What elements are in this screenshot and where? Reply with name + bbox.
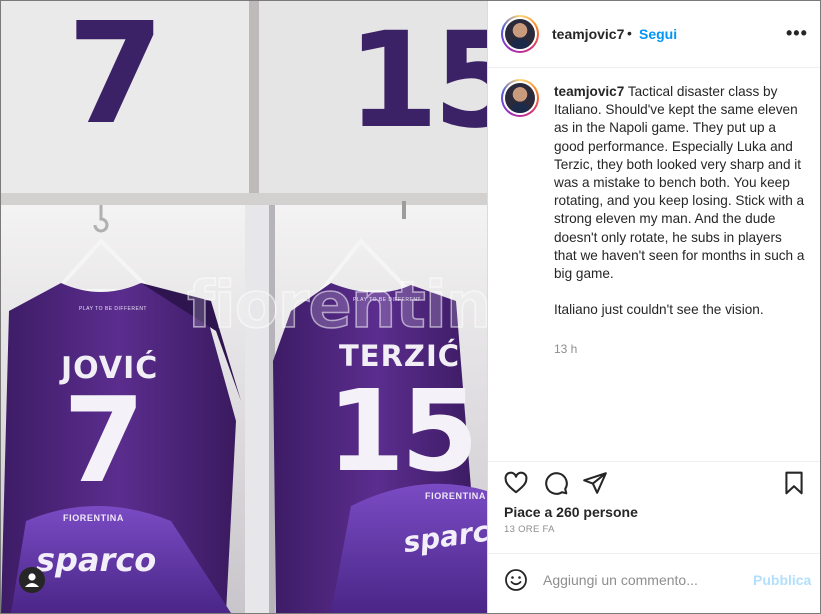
caption-text: Tactical disaster class by Italiano. Sho… bbox=[554, 84, 805, 282]
heart-icon[interactable] bbox=[503, 470, 529, 496]
avatar[interactable] bbox=[501, 15, 539, 53]
locker-number-15: 15 bbox=[347, 4, 487, 158]
user-icon bbox=[25, 573, 39, 587]
post-image[interactable]: 7 15 PLAY TO BE DIFFERENT JOVIĆ 7 PLAY T… bbox=[1, 1, 487, 613]
more-horizontal-icon[interactable]: ••• bbox=[786, 23, 808, 44]
follow-button[interactable]: Segui bbox=[639, 26, 677, 42]
shirt-number-jovic: 7 bbox=[63, 371, 146, 509]
post-side-panel: teamjovic7 • Segui ••• teamjovic7 Tactic… bbox=[487, 1, 820, 613]
share-icon[interactable] bbox=[582, 470, 608, 496]
caption-avatar[interactable] bbox=[501, 79, 539, 117]
caption: teamjovic7 Tactical disaster class by It… bbox=[554, 83, 806, 319]
likes-count[interactable]: Piace a 260 persone bbox=[504, 504, 638, 520]
separator-dot: • bbox=[627, 25, 632, 41]
publish-button[interactable]: Pubblica bbox=[753, 572, 811, 588]
header-username[interactable]: teamjovic7 bbox=[552, 26, 624, 42]
watermark: fiorentina.it bbox=[186, 268, 487, 344]
caption-text-2: Italiano just couldn't see the vision. bbox=[554, 302, 764, 318]
shirt-tagline-jovic: PLAY TO BE DIFFERENT bbox=[79, 306, 147, 312]
action-bar: Piace a 260 persone 13 ORE FA bbox=[488, 461, 820, 562]
caption-username[interactable]: teamjovic7 bbox=[554, 84, 624, 99]
shirt-number-terzic: 15 bbox=[327, 367, 479, 497]
locker-number-7: 7 bbox=[67, 1, 165, 156]
add-comment-bar: Pubblica bbox=[488, 553, 820, 613]
caption-area: teamjovic7 Tactical disaster class by It… bbox=[488, 67, 820, 461]
seat-brand-left: sparco bbox=[36, 541, 157, 579]
post-date: 13 ORE FA bbox=[504, 524, 555, 535]
seat-label-right: FIORENTINA bbox=[425, 491, 486, 501]
bookmark-icon[interactable] bbox=[781, 470, 807, 496]
tagged-user-button[interactable] bbox=[19, 567, 45, 593]
caption-timestamp: 13 h bbox=[554, 342, 578, 356]
emoji-icon[interactable] bbox=[504, 568, 528, 592]
post-header: teamjovic7 • Segui ••• bbox=[488, 1, 820, 68]
post-dialog: 7 15 PLAY TO BE DIFFERENT JOVIĆ 7 PLAY T… bbox=[0, 0, 821, 614]
comment-icon[interactable] bbox=[543, 470, 569, 496]
comment-input[interactable] bbox=[543, 572, 733, 588]
seat-label-left: FIORENTINA bbox=[63, 513, 124, 523]
